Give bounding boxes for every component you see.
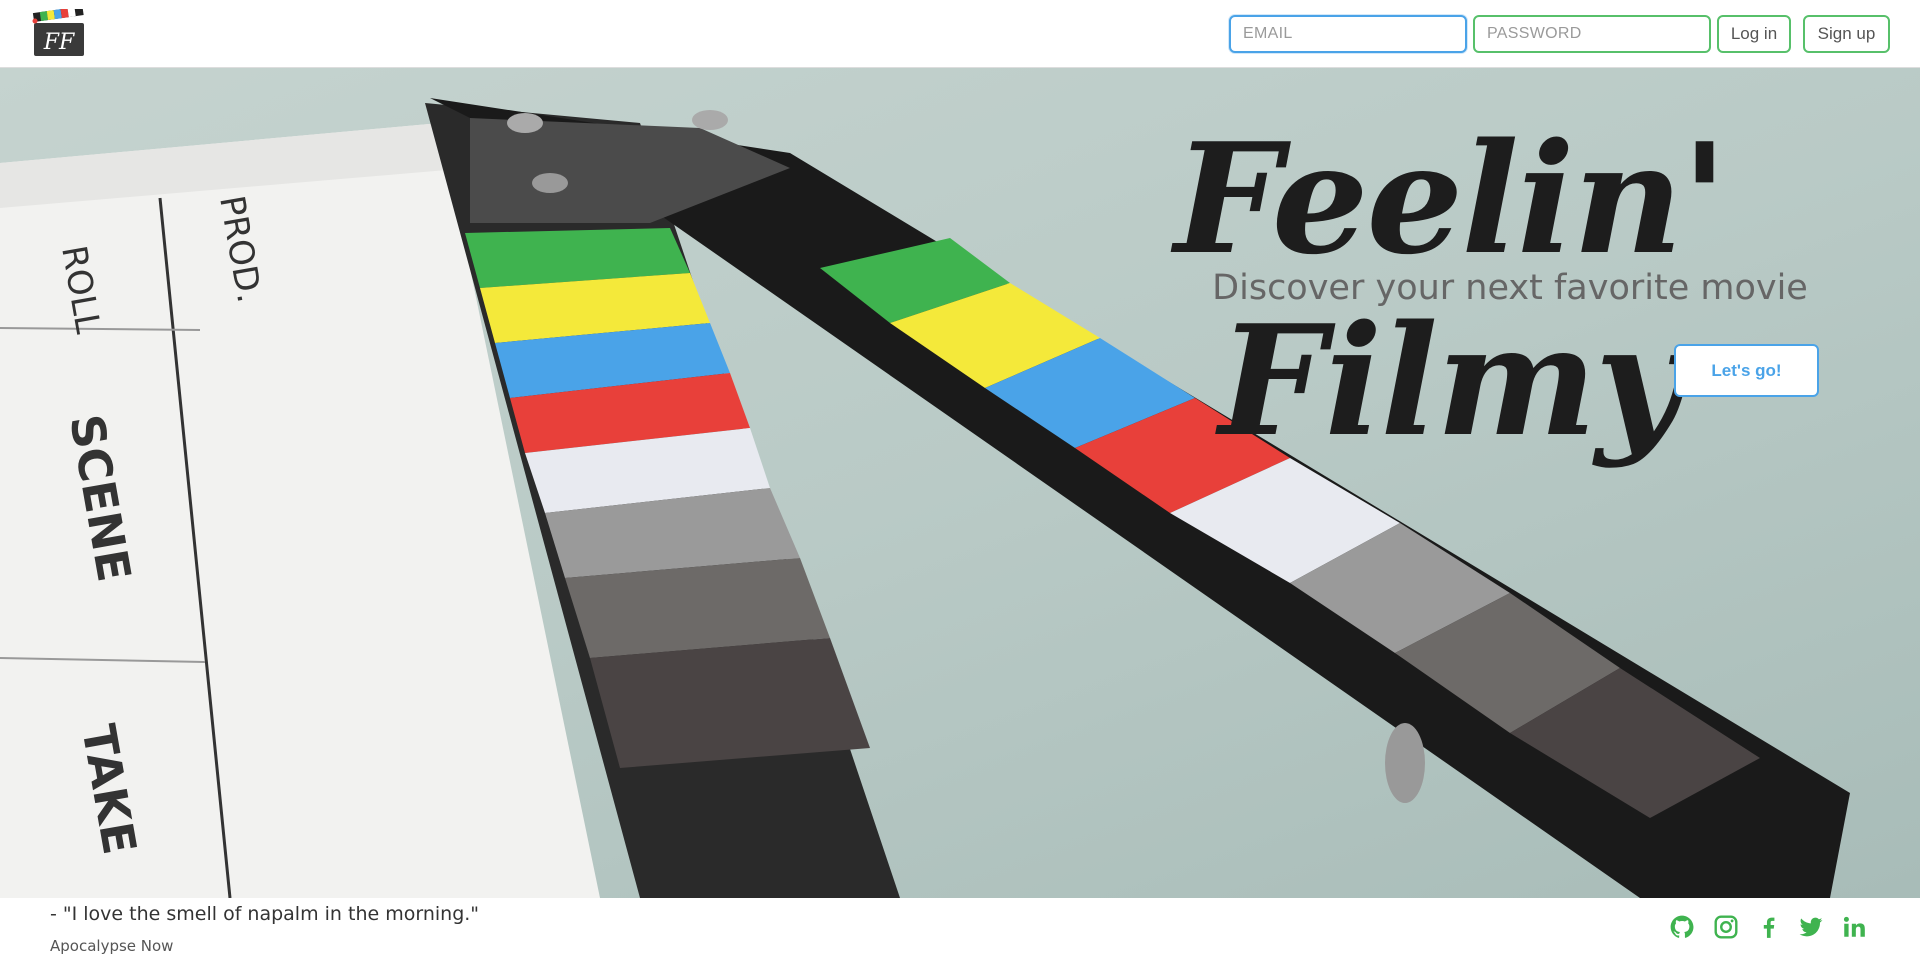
password-input[interactable] [1473,15,1711,53]
movie-quote: - "I love the smell of napalm in the mor… [50,903,480,925]
hero-subtitle: Discover your next favorite movie [1212,268,1808,308]
quote-source: Apocalypse Now [50,937,174,955]
email-input[interactable] [1229,15,1467,53]
github-icon[interactable] [1669,914,1695,940]
facebook-icon[interactable] [1756,914,1782,940]
hero-banner: ROLL PROD. SCENE TAKE Feelin' Filmy Disc… [0,68,1920,898]
app-logo[interactable]: FF [31,9,86,58]
instagram-icon[interactable] [1713,914,1739,940]
signup-button[interactable]: Sign up [1803,15,1890,53]
lets-go-button[interactable]: Let's go! [1674,344,1819,397]
login-button[interactable]: Log in [1717,15,1791,53]
twitter-icon[interactable] [1798,914,1824,940]
top-navbar: FF Log in Sign up [0,0,1920,68]
linkedin-icon[interactable] [1841,914,1867,940]
logo-letters: FF [43,30,75,55]
